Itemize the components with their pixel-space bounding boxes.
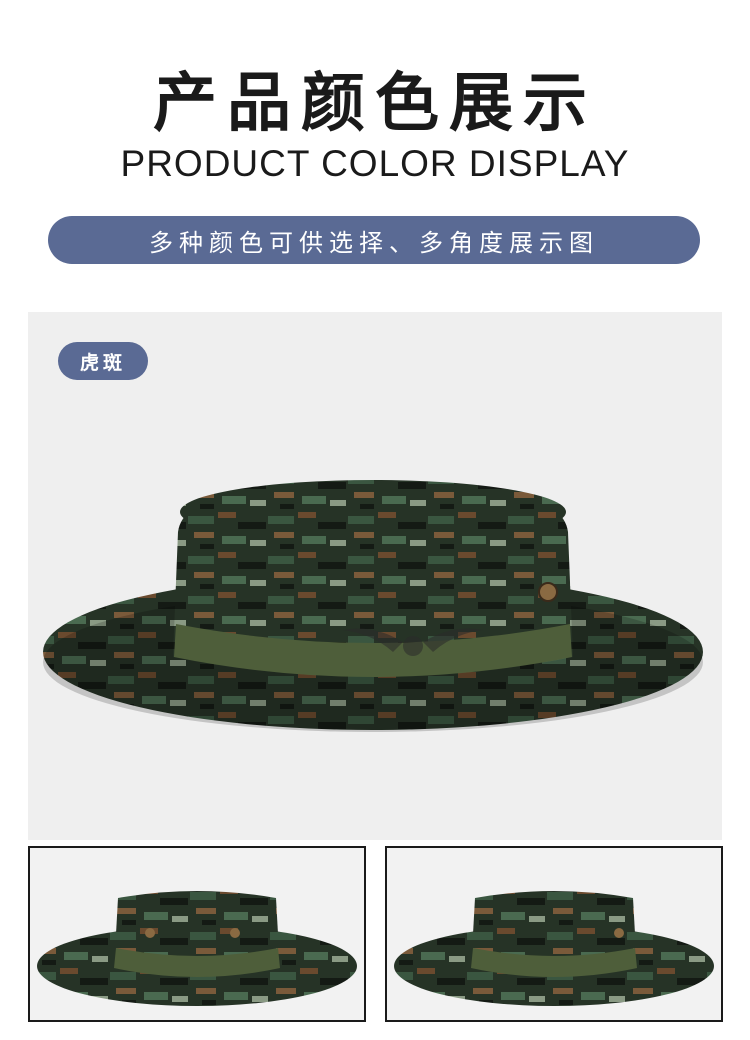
hat-front-image: [43, 480, 703, 732]
vent-grommet-icon: [538, 582, 558, 602]
main-product-panel: 虎斑: [28, 312, 722, 840]
info-banner: 多种颜色可供选择、多角度展示图: [48, 216, 700, 264]
page-title-cn: 产品颜色展示: [153, 67, 597, 141]
hat-side-image-right: [394, 891, 714, 1006]
color-tag[interactable]: 虎斑: [58, 342, 148, 380]
page-title-en: PRODUCT COLOR DISPLAY: [120, 143, 630, 184]
hat-side-image-left: [37, 891, 357, 1006]
thumbnail-left[interactable]: [28, 846, 366, 1022]
thumbnail-right[interactable]: [385, 846, 723, 1022]
